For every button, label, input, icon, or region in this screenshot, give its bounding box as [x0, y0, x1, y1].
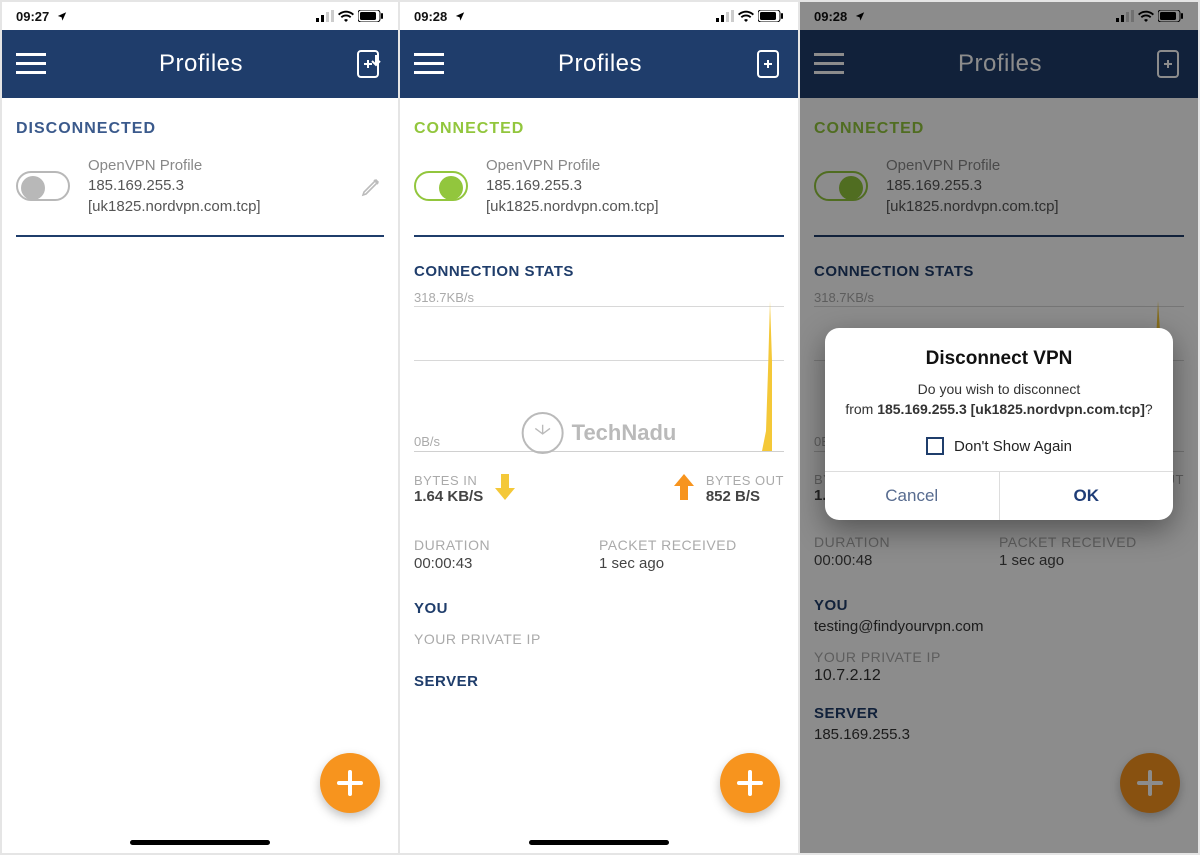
nav-bar: Profiles: [400, 30, 798, 98]
content: CONNECTED OpenVPN Profile 185.169.255.3 …: [400, 98, 798, 853]
edit-icon[interactable]: [360, 174, 384, 198]
packet-block: PACKET RECEIVED 1 sec ago: [599, 537, 784, 572]
duration-block: DURATION 00:00:43: [414, 537, 599, 572]
profile-type: OpenVPN Profile: [486, 156, 784, 176]
profile-text: OpenVPN Profile 185.169.255.3 [uk1825.no…: [486, 156, 784, 217]
checkbox-icon[interactable]: [926, 437, 944, 455]
dialog-message: Do you wish to disconnect from 185.169.2…: [843, 380, 1155, 419]
status-time: 09:28: [414, 9, 447, 24]
menu-icon[interactable]: [414, 53, 444, 75]
content: DISCONNECTED OpenVPN Profile 185.169.255…: [2, 98, 398, 853]
import-icon[interactable]: [356, 49, 384, 79]
home-indicator[interactable]: [529, 840, 669, 845]
import-icon[interactable]: [756, 49, 784, 79]
menu-icon[interactable]: [16, 53, 46, 75]
add-fab[interactable]: [720, 753, 780, 813]
chart-min: 0B/s: [414, 434, 440, 449]
add-fab[interactable]: [320, 753, 380, 813]
wifi-icon: [738, 10, 754, 22]
location-icon: [57, 9, 67, 24]
private-ip-block: YOUR PRIVATE IP: [414, 631, 784, 647]
profile-ip: 185.169.255.3: [88, 176, 360, 196]
bytes-in: BYTES IN 1.64 KB/S: [414, 472, 517, 507]
profile-host: [uk1825.nordvpn.com.tcp]: [486, 197, 784, 217]
screen-connected: TechNadu 09:28 Profiles CONNECTED OpenVP…: [400, 0, 800, 855]
profile-type: OpenVPN Profile: [88, 156, 360, 176]
ok-button[interactable]: OK: [999, 472, 1174, 520]
cancel-button[interactable]: Cancel: [825, 472, 999, 520]
home-indicator[interactable]: [130, 840, 270, 845]
traffic-chart: 318.7KB/s 0B/s: [414, 292, 784, 452]
location-icon: [455, 9, 465, 24]
server-block: SERVER: [414, 673, 784, 690]
screen-dialog: 09:28 Profiles CONNECTED OpenVPN Profile…: [800, 0, 1200, 855]
profile-row[interactable]: OpenVPN Profile 185.169.255.3 [uk1825.no…: [414, 156, 784, 237]
download-icon: [493, 472, 517, 507]
profile-ip: 185.169.255.3: [486, 176, 784, 196]
upload-icon: [672, 472, 696, 507]
connection-status: CONNECTED: [414, 120, 784, 138]
ios-status-bar: 09:28: [400, 2, 798, 30]
signal-icon: [716, 10, 734, 22]
screen-disconnected: 09:27 Profiles DISCONNECTED OpenVPN Prof…: [0, 0, 400, 855]
profile-host: [uk1825.nordvpn.com.tcp]: [88, 197, 360, 217]
profile-row[interactable]: OpenVPN Profile 185.169.255.3 [uk1825.no…: [16, 156, 384, 237]
disconnect-dialog: Disconnect VPN Do you wish to disconnect…: [825, 328, 1173, 520]
bytes-out: BYTES OUT 852 B/S: [672, 472, 784, 507]
traffic-spike: [742, 301, 782, 451]
profile-text: OpenVPN Profile 185.169.255.3 [uk1825.no…: [88, 156, 360, 217]
dont-show-check[interactable]: Don't Show Again: [843, 437, 1155, 455]
battery-icon: [758, 10, 784, 22]
stats-header: CONNECTION STATS: [414, 263, 784, 280]
signal-icon: [316, 10, 334, 22]
dialog-title: Disconnect VPN: [843, 348, 1155, 370]
nav-title: Profiles: [46, 50, 356, 78]
chart-max: 318.7KB/s: [414, 290, 474, 305]
nav-title: Profiles: [444, 50, 756, 78]
vpn-toggle[interactable]: [16, 171, 70, 201]
connection-status: DISCONNECTED: [16, 120, 384, 138]
nav-bar: Profiles: [2, 30, 398, 98]
ios-status-bar: 09:27: [2, 2, 398, 30]
you-block: YOU: [414, 600, 784, 617]
battery-icon: [358, 10, 384, 22]
vpn-toggle[interactable]: [414, 171, 468, 201]
status-time: 09:27: [16, 9, 49, 24]
wifi-icon: [338, 10, 354, 22]
